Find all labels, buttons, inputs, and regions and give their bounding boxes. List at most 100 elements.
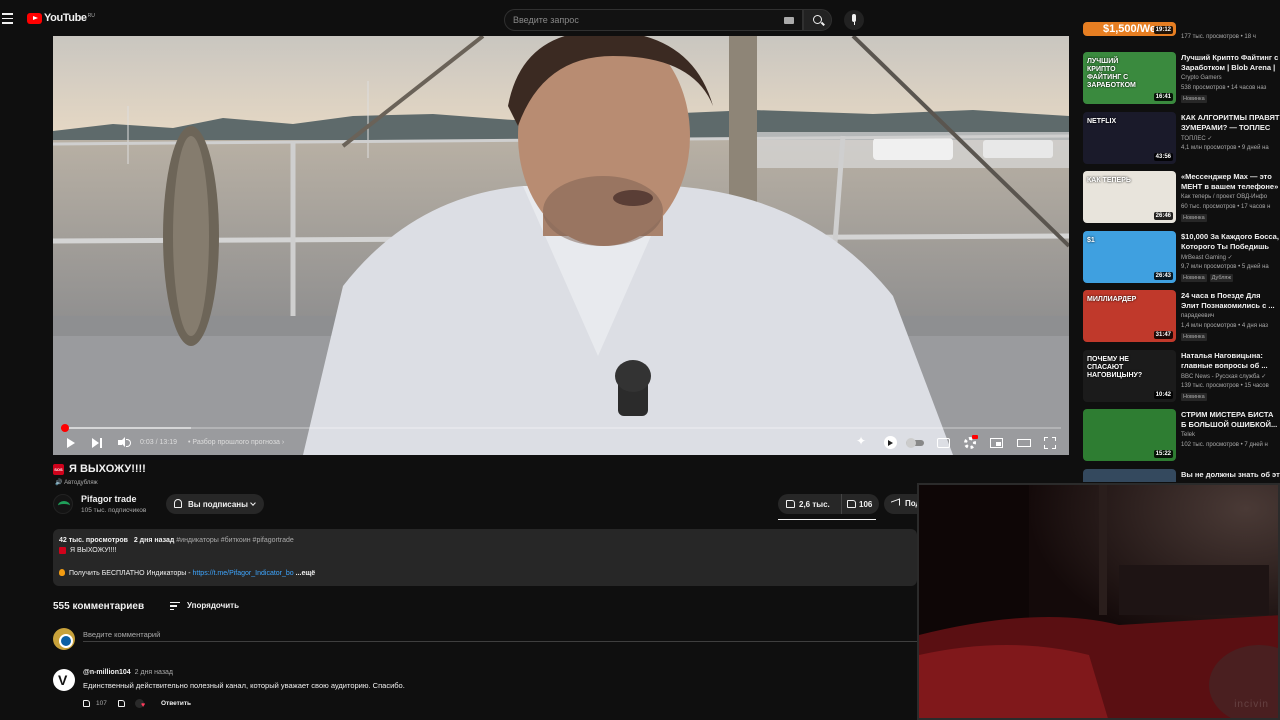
view-count: 42 тыс. просмотров (59, 537, 128, 544)
sparkle-icon[interactable] (856, 434, 868, 448)
hashtags[interactable]: #индикаторы #биткоин #pifagortrade (176, 537, 294, 544)
recommendation-item[interactable]: $1 26:43 $10,000 За Каждого Босса, Которог… (1083, 230, 1280, 287)
channel-name[interactable]: Pifagor trade (81, 494, 137, 504)
recommendation-item[interactable]: Вы не должны знать об эт 12 приложениях (1083, 468, 1280, 483)
recommendation-thumbnail[interactable] (1083, 468, 1176, 482)
autodub-text: Автодубляж (64, 480, 98, 486)
recommendation-thumbnail[interactable]: $1,500/Wee 19:12 (1083, 22, 1176, 36)
search-icon (813, 15, 822, 24)
autodub-label: 🔊 Автодубляж (55, 480, 98, 486)
recommendation-item[interactable]: NETFLIX 43:56 КАК АЛГОРИТМЫ ПРАВЯТ ЗУМЕРАМ… (1083, 111, 1280, 168)
subscribed-button[interactable]: Вы подписаны (166, 494, 264, 514)
progress-scrubber[interactable] (60, 424, 69, 432)
comment-dislike-button[interactable] (116, 698, 128, 710)
recommendation-title[interactable]: Лучший Крипто Файтинг с Заработком | Blo… (1181, 53, 1280, 73)
duration-badge: 10:42 (1153, 390, 1173, 399)
comment-input[interactable] (83, 628, 917, 642)
recommendation-item[interactable]: ЛУЧШИЙ КРИПТО ФАЙТИНГ С ЗАРАБОТКОМ 16:41 Л… (1083, 52, 1280, 108)
recommendation-item[interactable]: 15:22 СТРИМ МИСТЕРА БИСТА Б БОЛЬШОЙ ОШИБК… (1083, 409, 1280, 465)
theater-mode-icon[interactable] (1017, 439, 1031, 447)
adblock-shield-icon[interactable] (884, 436, 897, 449)
recommendation-channel[interactable]: Как теперь / проект ОВД-Инфо (1181, 194, 1267, 200)
recommendation-title[interactable]: «Мессенджер Max — это МЕНТ в вашем телеф… (1181, 172, 1280, 192)
thumbs-down-icon (847, 500, 856, 508)
watermark-text: incivin (1234, 699, 1269, 710)
sos-emoji-icon: SOS (53, 463, 64, 475)
recommendation-thumbnail[interactable]: 15:22 (1083, 409, 1176, 461)
recommendation-thumbnail[interactable]: МИЛЛИАРДЕР 31:47 (1083, 290, 1176, 342)
chapter-title[interactable]: • Разбор прошлого прогноза › (188, 439, 284, 455)
dislike-count: 106 (859, 499, 873, 509)
heart-icon: ♥ (141, 702, 146, 709)
duration-badge: 19:12 (1153, 26, 1173, 34)
recommendation-title[interactable]: 24 часа в Поезде Для Элит Познакомились … (1181, 291, 1280, 311)
recommendation-thumbnail[interactable]: ЛУЧШИЙ КРИПТО ФАЙТИНГ С ЗАРАБОТКОМ 16:41 (1083, 52, 1176, 104)
my-avatar[interactable] (53, 628, 75, 650)
recommendation-title[interactable]: Вы не должны знать об эт 12 приложениях (1181, 470, 1280, 483)
channel-subscribers: 105 тыс. подписчиков (81, 507, 147, 514)
thumbs-up-icon (83, 700, 90, 707)
badge: Дубляж (1209, 273, 1234, 282)
time-display: 0:03 / 13:19 (140, 439, 177, 446)
recommendation-meta: 60 тыс. просмотров • 17 часов н (1181, 204, 1271, 210)
duration-badge: 26:43 (1153, 271, 1173, 280)
recommendation-meta: 538 просмотров • 14 часов наз (1181, 85, 1267, 91)
recommendation-title[interactable]: $10,000 За Каждого Босса, Которого Ты По… (1181, 232, 1280, 252)
duration-badge: 31:47 (1153, 331, 1173, 339)
sort-comments-button[interactable]: Упорядочить (170, 600, 239, 612)
sos-emoji-icon (59, 547, 66, 554)
miniplayer-icon[interactable] (990, 438, 1003, 448)
youtube-logo[interactable]: YouTube RU (27, 13, 95, 24)
channel-avatar[interactable] (53, 494, 73, 514)
keyboard-icon[interactable] (784, 17, 794, 24)
comment-author-name[interactable]: @n-million104 (83, 669, 131, 676)
recommendation-badges: Новинка (1181, 333, 1207, 341)
autoplay-toggle[interactable] (906, 438, 924, 448)
fullscreen-icon[interactable] (1044, 437, 1056, 449)
menu-icon[interactable] (2, 13, 13, 24)
video-player[interactable]: 0:03 / 13:19 • Разбор прошлого прогноза … (53, 36, 1069, 455)
search-button[interactable] (803, 9, 832, 31)
duration-badge: 43:56 (1153, 152, 1173, 161)
recommendation-channel[interactable]: Telek (1181, 432, 1195, 438)
dislike-button[interactable]: 106 (841, 494, 881, 514)
next-icon[interactable] (92, 438, 104, 448)
volume-wave-icon (126, 439, 131, 447)
recommendation-channel[interactable]: парадеевич (1181, 313, 1214, 319)
recommendation-channel[interactable]: MrBeast Gaming ✓ (1181, 254, 1233, 261)
recommendation-channel[interactable]: Crypto Gamers (1181, 75, 1222, 81)
youtube-logo-icon (27, 13, 42, 24)
duration-badge: 15:22 (1153, 450, 1173, 458)
progress-bar[interactable] (60, 424, 1061, 432)
recommendation-title[interactable]: СТРИМ МИСТЕРА БИСТА Б БОЛЬШОЙ ОШИБКОЙ... (1181, 410, 1280, 430)
recommendation-thumbnail[interactable]: NETFLIX 43:56 (1083, 111, 1176, 164)
play-icon[interactable] (67, 438, 75, 448)
recommendation-channel[interactable]: ТОПЛЕС ✓ (1181, 135, 1212, 142)
comment-author[interactable]: @n-million104 2 дня назад (83, 669, 173, 676)
search-input[interactable] (505, 10, 765, 30)
reply-button[interactable]: Ответить (161, 698, 191, 709)
recommendation-item[interactable]: МИЛЛИАРДЕР 31:47 24 часа в Поезде Для Элит… (1083, 290, 1280, 346)
description-link[interactable]: https://t.me/Pifagor_Indicator_bo (193, 570, 294, 577)
recommendation-thumbnail[interactable]: $1 26:43 (1083, 230, 1176, 283)
recommendation-badges: Новинка (1181, 95, 1207, 103)
description-box[interactable]: 42 тыс. просмотров 2 дня назад #индикато… (53, 529, 917, 586)
comment-time[interactable]: 2 дня назад (135, 669, 173, 676)
recommendation-item[interactable]: ПОЧЕМУ НЕ СПАСАЮТ НАГОВИЦЫНУ? 10:42 Наталь… (1083, 349, 1280, 406)
recommendation-channel[interactable]: BBC News - Русская служба ✓ (1181, 373, 1266, 380)
commenter-avatar[interactable] (53, 669, 75, 691)
recommendation-title[interactable]: КАК АЛГОРИТМЫ ПРАВЯТ ЗУМЕРАМИ? — ТОПЛЕС (1181, 113, 1280, 133)
voice-search-button[interactable] (844, 10, 864, 30)
thumbs-down-icon (118, 700, 125, 707)
subtitles-icon[interactable] (937, 438, 950, 448)
recommendation-meta: 177 тыс. просмотров • 18 ч (1181, 34, 1256, 40)
recommendation-item[interactable]: КАК ТЕПЕРЬ 26:46 «Мессенджер Max — это МЕН… (1083, 171, 1280, 227)
comment-like-button[interactable]: 107 (83, 698, 111, 710)
like-button[interactable]: 2,6 тыс. (778, 494, 876, 520)
recommendation-title[interactable]: Наталья Наговицына: главные вопросы об .… (1181, 351, 1280, 371)
recommendation-thumbnail[interactable]: КАК ТЕПЕРЬ 26:46 (1083, 171, 1176, 223)
hd-badge (972, 435, 978, 439)
badge: Новинка (1181, 214, 1207, 222)
recommendation-thumbnail[interactable]: ПОЧЕМУ НЕ СПАСАЮТ НАГОВИЦЫНУ? 10:42 (1083, 349, 1176, 402)
show-more-button[interactable]: ...ещё (296, 570, 316, 577)
